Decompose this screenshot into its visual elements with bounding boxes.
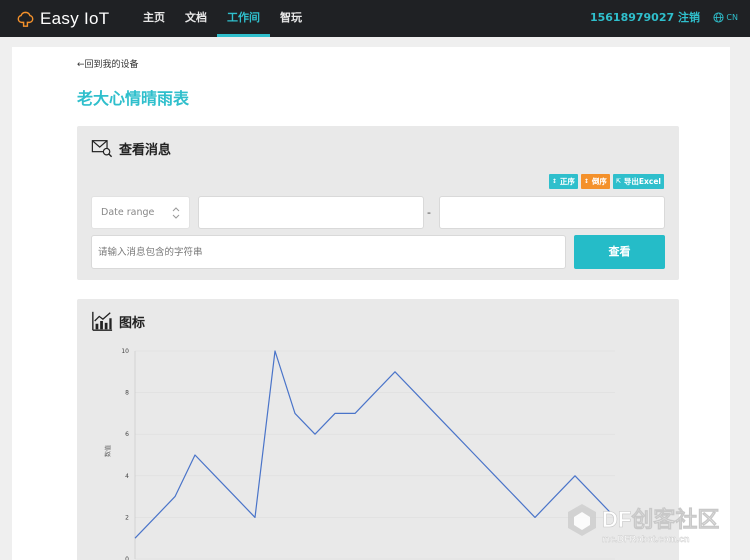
content-card: ←回到我的设备 老大心情晴雨表 查看消息 ↕ 正序 ↕ 倒序 ⇱ 导出Excel… <box>12 47 730 560</box>
y-tick-label: 2 <box>125 514 129 521</box>
chart-icon <box>92 311 113 331</box>
y-tick-label: 0 <box>125 556 129 560</box>
nav-item-workspace[interactable]: 工作间 <box>217 0 270 37</box>
brand-logo[interactable]: Easy IoT <box>16 6 109 32</box>
sort-desc-button[interactable]: ↕ 倒序 <box>580 174 610 189</box>
sort-asc-icon: ↕ <box>551 178 557 185</box>
sort-desc-icon: ↕ <box>583 178 589 185</box>
messages-panel: 查看消息 ↕ 正序 ↕ 倒序 ⇱ 导出Excel Date range - 请输… <box>77 126 679 280</box>
series-line <box>134 350 616 539</box>
y-axis-label: 数值 <box>104 445 112 457</box>
watermark-text: DF创客社区 <box>602 507 719 532</box>
y-tick-label: 4 <box>125 473 129 480</box>
range-separator: - <box>427 206 431 219</box>
globe-icon <box>713 12 724 23</box>
nav-item-smart-play[interactable]: 智玩 <box>270 0 312 37</box>
chart-grid <box>134 350 615 560</box>
sort-export-buttons: ↕ 正序 ↕ 倒序 ⇱ 导出Excel <box>546 174 664 189</box>
export-excel-label: 导出Excel <box>623 177 661 186</box>
chevron-updown-icon <box>172 207 180 219</box>
messages-header: 查看消息 <box>91 137 171 159</box>
top-navbar: Easy IoT 主页 文档 工作间 智玩 15618979027 注销 CN <box>0 0 750 37</box>
user-area: 15618979027 注销 <box>590 0 700 37</box>
date-range-label: Date range <box>101 207 155 218</box>
chart-series <box>134 350 616 539</box>
nav-item-docs[interactable]: 文档 <box>175 0 217 37</box>
date-to-input[interactable] <box>439 196 665 229</box>
message-search-input[interactable] <box>91 235 566 269</box>
language-switch[interactable]: CN <box>713 12 738 23</box>
main-nav: 主页 文档 工作间 智玩 <box>133 0 312 37</box>
y-tick-label: 8 <box>125 390 129 397</box>
watermark-url: mc.DFRobot.com.cn <box>602 534 690 544</box>
dfrobot-watermark: DF创客社区 mc.DFRobot.com.cn <box>568 504 720 544</box>
messages-title: 查看消息 <box>119 142 172 158</box>
cloud-tree-icon <box>17 11 34 27</box>
sort-desc-label: 倒序 <box>591 177 607 186</box>
nav-item-home[interactable]: 主页 <box>133 0 175 37</box>
logout-link[interactable]: 注销 <box>678 11 700 24</box>
view-button[interactable]: 查看 <box>574 235 665 269</box>
date-range-select[interactable]: Date range <box>91 196 190 229</box>
sort-asc-button[interactable]: ↕ 正序 <box>548 174 578 189</box>
chart-header: 图标 <box>91 310 145 332</box>
envelope-search-icon <box>91 140 113 158</box>
page-title: 老大心情晴雨表 <box>77 89 190 108</box>
export-icon: ⇱ <box>615 178 621 185</box>
y-tick-label: 10 <box>121 348 129 355</box>
date-from-input[interactable] <box>198 196 424 229</box>
brand-name: Easy IoT <box>40 9 110 28</box>
y-tick-label: 6 <box>125 431 129 438</box>
back-link[interactable]: ←回到我的设备 <box>77 57 139 70</box>
user-phone[interactable]: 15618979027 <box>590 11 674 24</box>
y-axis-ticks: 0 2 4 6 8 10 <box>121 348 129 560</box>
chart-title: 图标 <box>119 315 146 331</box>
sort-asc-label: 正序 <box>559 177 575 186</box>
export-excel-button[interactable]: ⇱ 导出Excel <box>612 174 664 189</box>
language-label: CN <box>726 13 738 22</box>
